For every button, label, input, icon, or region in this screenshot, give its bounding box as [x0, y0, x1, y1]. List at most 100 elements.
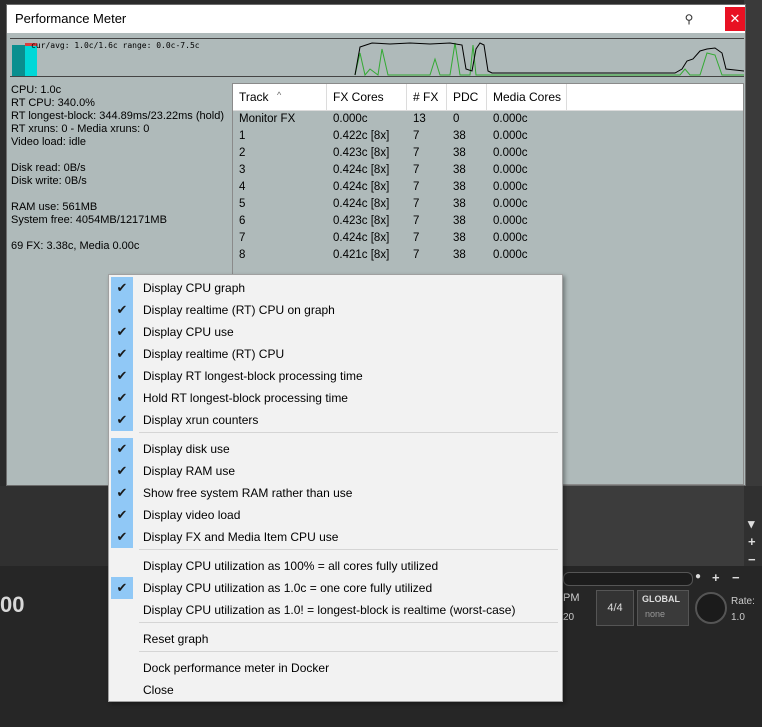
column-header-track[interactable]: Track ^ [233, 84, 327, 110]
ram-use-stat: RAM use: 561MB [11, 201, 98, 213]
global-automation-button[interactable]: GLOBAL none [637, 590, 689, 626]
menu-item[interactable]: ✔ Display xrun counters [111, 409, 560, 431]
menu-item[interactable]: ✔ Display RAM use [111, 460, 560, 482]
add-icon[interactable]: + [712, 570, 720, 585]
column-header-fx-cores[interactable]: FX Cores [327, 84, 407, 110]
media-cores-cell: 0.000c [493, 130, 528, 142]
checkmark-icon: ✔ [111, 504, 133, 526]
menu-item-label: Display realtime (RT) CPU on graph [143, 303, 335, 317]
menu-item[interactable]: ✔ Hold RT longest-block processing time [111, 387, 560, 409]
global-label: GLOBAL [642, 594, 680, 604]
menu-item-label: Display CPU graph [143, 281, 246, 295]
track-cell: Monitor FX [239, 113, 296, 125]
column-header-fx-count[interactable]: # FX [407, 84, 447, 110]
checkmark-icon: ✔ [111, 460, 133, 482]
fx-count-cell: 7 [413, 198, 420, 210]
checkmark-icon: ✔ [111, 277, 133, 299]
track-cell: 7 [239, 232, 246, 244]
menu-item-label: Display RT longest-block processing time [143, 369, 363, 383]
menu-item[interactable]: ✔ Display CPU use [111, 321, 560, 343]
menu-item[interactable]: ✔ Display realtime (RT) CPU on graph [111, 299, 560, 321]
fx-cores-cell: 0.423c [8x] [333, 147, 390, 159]
fx-cores-cell: 0.424c [8x] [333, 198, 390, 210]
rt-cpu-stat: RT CPU: 340.0% [11, 97, 95, 109]
pdc-cell: 38 [453, 215, 466, 227]
media-cores-cell: 0.000c [493, 147, 528, 159]
playrate-knob[interactable] [695, 592, 727, 624]
menu-item-label: Close [143, 683, 174, 697]
menu-item-label: Display realtime (RT) CPU [143, 347, 285, 361]
checkmark-icon: ✔ [111, 343, 133, 365]
play-circle-icon[interactable]: ● [695, 571, 701, 582]
menu-item[interactable]: Display CPU utilization as 1.0! = longes… [111, 599, 560, 621]
menu-item[interactable]: ✔ Display RT longest-block processing tim… [111, 365, 560, 387]
scroll-down-icon[interactable]: ▾ [748, 516, 755, 532]
menu-item-label: Dock performance meter in Docker [143, 661, 330, 675]
pdc-cell: 38 [453, 181, 466, 193]
menu-separator [139, 432, 558, 433]
window-title: Performance Meter [15, 11, 127, 26]
zoom-in-icon[interactable]: + [748, 534, 756, 549]
menu-item[interactable]: ✔ Show free system RAM rather than use [111, 482, 560, 504]
menu-item[interactable]: Dock performance meter in Docker [111, 657, 560, 679]
menu-separator [139, 651, 558, 652]
media-cores-cell: 0.000c [493, 164, 528, 176]
column-header-label: Track [239, 90, 269, 104]
menu-item-label: Display disk use [143, 442, 230, 456]
media-cores-cell: 0.000c [493, 198, 528, 210]
fx-cores-cell: 0.000c [333, 113, 368, 125]
menu-item[interactable]: ✔ Display CPU utilization as 1.0c = one c… [111, 577, 560, 599]
rate-label: Rate: [731, 596, 755, 607]
time-value-fragment: 20 [563, 612, 575, 623]
menu-item[interactable]: ✔ Display video load [111, 504, 560, 526]
menu-item[interactable]: ✔ Display FX and Media Item CPU use [111, 526, 560, 548]
fx-cores-cell: 0.424c [8x] [333, 164, 390, 176]
fx-cores-cell: 0.423c [8x] [333, 215, 390, 227]
time-signature-button[interactable]: 4/4 [596, 590, 634, 626]
menu-item[interactable]: Display CPU utilization as 100% = all co… [111, 555, 560, 577]
remove-icon[interactable]: − [732, 570, 740, 585]
track-cell: 2 [239, 147, 246, 159]
video-load-stat: Video load: idle [11, 136, 87, 148]
menu-item[interactable]: ✔ Display CPU graph [111, 277, 560, 299]
close-button[interactable]: ✕ [725, 7, 745, 31]
pdc-cell: 0 [453, 113, 460, 125]
track-cell: 6 [239, 215, 246, 227]
pin-icon[interactable]: ⚲ [679, 9, 699, 29]
checkmark-icon: ✔ [111, 365, 133, 387]
checkmark-icon: ✔ [111, 321, 133, 343]
checkmark-icon: ✔ [111, 409, 133, 431]
rate-value: 1.0 [731, 612, 745, 623]
column-header-media-cores[interactable]: Media Cores [487, 84, 567, 110]
menu-item[interactable]: Close [111, 679, 560, 701]
fx-count-cell: 7 [413, 147, 420, 159]
menu-item-label: Display video load [143, 508, 241, 522]
fx-count-cell: 7 [413, 215, 420, 227]
menu-item[interactable]: ✔ Display realtime (RT) CPU [111, 343, 560, 365]
menu-item-label: Display CPU utilization as 1.0! = longes… [143, 603, 516, 617]
table-header: Track ^ FX Cores # FX PDC Media Cores [233, 84, 743, 111]
column-header-pdc[interactable]: PDC [447, 84, 487, 110]
track-cell: 5 [239, 198, 246, 210]
menu-item[interactable]: ✔ Display disk use [111, 438, 560, 460]
pdc-cell: 38 [453, 164, 466, 176]
pdc-cell: 38 [453, 249, 466, 261]
sort-ascending-icon: ^ [277, 90, 282, 100]
checkmark-icon: ✔ [111, 438, 133, 460]
disk-write-stat: Disk write: 0B/s [11, 175, 87, 187]
graph-legend: cur/avg: 1.0c/1.6c range: 0.0c-7.5c [31, 41, 200, 50]
media-cores-cell: 0.000c [493, 249, 528, 261]
menu-item-label: Display CPU utilization as 1.0c = one co… [143, 581, 433, 595]
menu-item[interactable]: Reset graph [111, 628, 560, 650]
cpu-graph[interactable]: cur/avg: 1.0c/1.6c range: 0.0c-7.5c [10, 38, 744, 77]
checkmark-icon: ✔ [111, 387, 133, 409]
global-value: none [645, 609, 666, 619]
media-cores-cell: 0.000c [493, 181, 528, 193]
menu-item-label: Display FX and Media Item CPU use [143, 530, 339, 544]
media-cores-cell: 0.000c [493, 215, 528, 227]
track-cell: 4 [239, 181, 246, 193]
horizontal-scrollbar[interactable] [563, 572, 693, 586]
zoom-out-icon[interactable]: − [748, 552, 756, 567]
